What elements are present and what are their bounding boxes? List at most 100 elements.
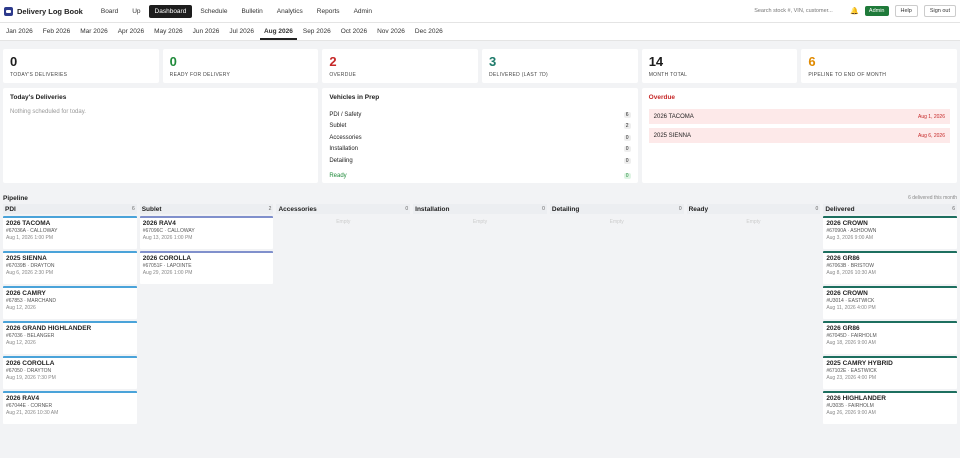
stat-card[interactable]: 2 OVERDUE — [322, 49, 479, 83]
tab-jul-2026[interactable]: Jul 2026 — [225, 28, 258, 40]
vehicle-title: 2026 GR86 — [826, 255, 860, 262]
vehicle-date: Aug 6, 2026 2:30 PM — [6, 270, 53, 276]
search-input[interactable] — [754, 5, 845, 17]
vehicle-card[interactable]: 2026 CROWN #U3014 · EASTWICK Aug 11, 2026 … — [823, 286, 958, 319]
vehicle-card[interactable]: 2026 RAV4 #67096C · CALLOWAY Aug 13, 2026 … — [139, 216, 274, 249]
vehicle-stock-customer: #67853 · MARCHAND — [6, 298, 57, 304]
empty-label: Empty — [336, 219, 351, 225]
stat-value: 2 — [329, 54, 337, 69]
vehicle-card[interactable]: 2026 HIGHLANDER #U3035 · FAIRHOLM Aug 26, … — [823, 391, 958, 424]
vehicle-stock-customer: #67051F · LAPOINTE — [142, 263, 192, 269]
overdue-item[interactable]: 2025 SIENNA Aug 6, 2026 — [648, 128, 950, 143]
vehicle-card[interactable]: 2025 SIENNA #67039B · DRAYTON Aug 6, 2026 … — [3, 251, 137, 284]
prep-row-detailing[interactable]: Detailing 0 — [329, 155, 631, 167]
column-count: 0 — [542, 206, 545, 212]
vehicle-card[interactable]: 2026 COROLLA #67051F · LAPOINTE Aug 29, 20… — [139, 251, 274, 284]
column-name: Detailing — [551, 205, 580, 213]
column-count: 0 — [678, 206, 682, 212]
tab-dec-2026[interactable]: Dec 2026 — [411, 28, 447, 40]
tab-aug-2026[interactable]: Aug 2026 — [259, 28, 297, 40]
overdue-date: Aug 6, 2026 — [918, 132, 945, 139]
pipeline-note: 6 delivered this month — [908, 195, 957, 201]
vehicle-title: 2026 HIGHLANDER — [826, 395, 886, 402]
nav-bulletin[interactable]: Bulletin — [235, 5, 268, 18]
vehicle-stock-customer: #U3035 · FAIRHOLM — [826, 403, 874, 409]
stat-card[interactable]: 0 READY FOR DELIVERY — [162, 49, 319, 83]
nav-schedule[interactable]: Schedule — [194, 5, 233, 18]
tab-feb-2026[interactable]: Feb 2026 — [39, 28, 74, 40]
vehicle-title: 2025 SIENNA — [6, 255, 47, 262]
prep-row-accessories[interactable]: Accessories 0 — [329, 132, 631, 144]
vehicle-stock-customer: #U3014 · EASTWICK — [826, 298, 875, 304]
bell-icon[interactable]: 🔔 — [850, 7, 859, 15]
stat-card[interactable]: 6 PIPELINE TO END OF MONTH — [801, 49, 958, 83]
tab-may-2026[interactable]: May 2026 — [150, 28, 187, 40]
tab-oct-2026[interactable]: Oct 2026 — [337, 28, 371, 40]
nav-up[interactable]: Up — [126, 5, 146, 18]
vehicle-title: 2026 GRAND HIGHLANDER — [6, 325, 92, 332]
prep-row-installation[interactable]: Installation 0 — [329, 144, 631, 156]
help-button[interactable]: Help — [894, 5, 918, 17]
stat-value: 6 — [808, 54, 816, 69]
prep-row-ready[interactable]: Ready 0 — [329, 171, 631, 183]
empty-label: Empty — [746, 219, 761, 225]
vehicle-date: Aug 3, 2026 9:00 AM — [826, 235, 874, 241]
stat-card[interactable]: 3 DELIVERED (LAST 7D) — [482, 49, 638, 83]
panel-title: Today's Deliveries — [10, 94, 67, 101]
truck-logo-icon — [4, 6, 13, 16]
column-name: Accessories — [278, 205, 317, 213]
vehicle-card[interactable]: 2026 RAV4 #67044E · CORNER Aug 21, 2026 10… — [3, 391, 137, 424]
prep-row-label: PDI / Safety — [329, 111, 362, 118]
stat-card[interactable]: 14 MONTH TOTAL — [641, 49, 798, 83]
nav-admin[interactable]: Admin — [348, 5, 378, 18]
vehicle-title: 2026 TACOMA — [6, 220, 51, 227]
vehicle-card[interactable]: 2025 CAMRY HYBRID #67102E · EASTWICK Aug 2… — [823, 356, 958, 389]
tab-apr-2026[interactable]: Apr 2026 — [114, 28, 148, 40]
column-count: 6 — [131, 206, 135, 212]
vehicle-card[interactable]: 2026 GR86 #67045D · FAIRHOLM Aug 18, 2026 … — [823, 321, 958, 354]
overdue-item[interactable]: 2026 TACOMA Aug 1, 2026 — [648, 109, 950, 124]
stat-label: MONTH TOTAL — [648, 72, 688, 78]
stat-card[interactable]: 0 TODAY'S DELIVERIES — [3, 49, 159, 83]
stat-value: 14 — [648, 54, 664, 69]
tab-nov-2026[interactable]: Nov 2026 — [373, 28, 409, 40]
prep-row-label: Accessories — [329, 134, 362, 141]
vehicle-stock-customer: #67063B · BRISTOW — [826, 263, 875, 269]
vehicle-stock-customer: #67102E · EASTWICK — [826, 368, 877, 374]
sign-out-button[interactable]: Sign out — [923, 5, 956, 17]
tab-jun-2026[interactable]: Jun 2026 — [189, 28, 224, 40]
tab-jan-2026[interactable]: Jan 2026 — [2, 28, 37, 40]
vehicle-card[interactable]: 2026 GRAND HIGHLANDER #67036 · BELANGER Au… — [3, 321, 137, 354]
tab-sep-2026[interactable]: Sep 2026 — [299, 28, 335, 40]
vehicle-card[interactable]: 2026 CAMRY #67853 · MARCHAND Aug 12, 2026 — [3, 286, 137, 319]
nav-dashboard[interactable]: Dashboard — [148, 4, 193, 18]
vehicle-title: 2026 GR86 — [826, 325, 860, 332]
stat-value: 0 — [10, 54, 18, 69]
vehicle-date: Aug 21, 2026 10:30 AM — [6, 410, 59, 416]
vehicle-card[interactable]: 2026 CROWN #67090A · ASHDOWN Aug 3, 2026 9… — [823, 216, 958, 249]
tab-mar-2026[interactable]: Mar 2026 — [76, 28, 111, 40]
stat-value: 3 — [489, 54, 497, 69]
prep-row-sublet[interactable]: Sublet 2 — [329, 121, 631, 133]
pipeline-board: PDI 6 2026 TACOMA #67036A · CALLOWAY Aug 1, … — [0, 204, 960, 426]
column-sublet: Sublet 2 2026 RAV4 #67096C · CALLOWAY Aug 13… — [139, 204, 274, 426]
column-count: 6 — [952, 206, 956, 212]
nav-board[interactable]: Board — [95, 5, 124, 18]
prep-row-pdi-safety[interactable]: PDI / Safety 6 — [329, 109, 631, 121]
vehicle-stock-customer: #67044E · CORNER — [6, 403, 53, 409]
vehicle-card[interactable]: 2026 GR86 #67063B · BRISTOW Aug 8, 2026 10… — [823, 251, 958, 284]
panel-title: Overdue — [648, 94, 676, 101]
column-header: Installation 0 — [413, 204, 547, 214]
vehicle-card[interactable]: 2026 TACOMA #67036A · CALLOWAY Aug 1, 2026… — [3, 216, 137, 249]
vehicle-title: 2026 RAV4 — [142, 220, 176, 227]
vehicle-card[interactable]: 2026 COROLLA #67050 · DRAYTON Aug 19, 2026… — [3, 356, 137, 389]
vehicle-date: Aug 8, 2026 10:30 AM — [826, 270, 876, 276]
column-count: 2 — [268, 206, 272, 212]
brand[interactable]: Delivery Log Book — [4, 6, 83, 16]
empty-message: Nothing scheduled for today. — [10, 109, 86, 115]
nav-analytics[interactable]: Analytics — [271, 5, 309, 18]
vehicle-date: Aug 11, 2026 4:00 PM — [826, 305, 876, 311]
prep-row-label: Ready — [329, 173, 347, 180]
nav-reports[interactable]: Reports — [311, 5, 346, 18]
overdue-panel: Overdue 2026 TACOMA Aug 1, 2026 2025 SIENN… — [641, 88, 957, 183]
